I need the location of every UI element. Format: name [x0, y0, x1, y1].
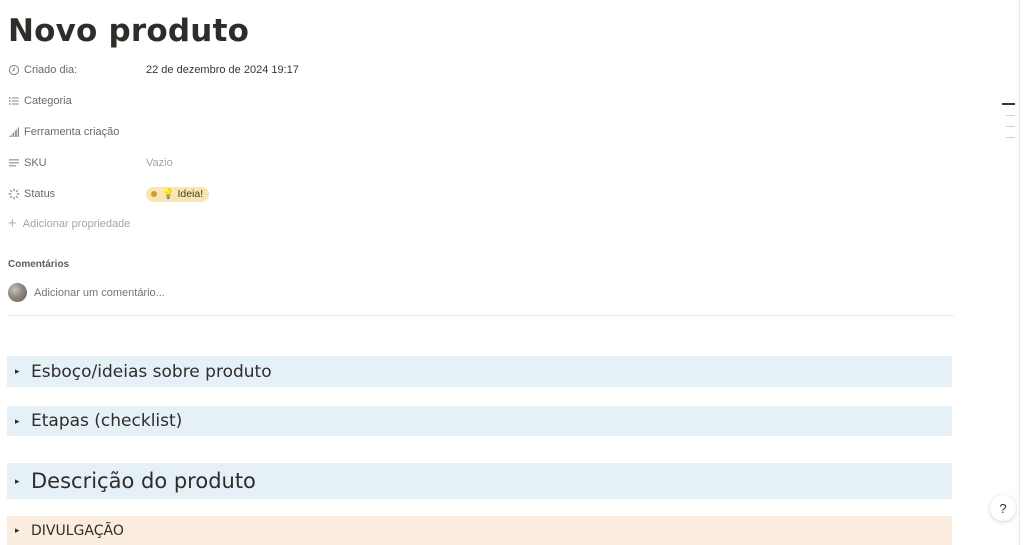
property-tool[interactable]: Ferramenta criação [8, 122, 528, 142]
status-dot [151, 191, 157, 197]
property-name: Ferramenta criação [8, 126, 146, 138]
toc-line[interactable] [1006, 115, 1015, 116]
property-category[interactable]: Categoria [8, 91, 528, 111]
divider [8, 315, 954, 316]
comment-composer [8, 283, 334, 302]
status-spinner-icon [8, 188, 20, 200]
add-property-button[interactable]: + Adicionar propriedade [8, 216, 130, 231]
property-created[interactable]: Criado dia: 22 de dezembro de 2024 19:17 [8, 60, 528, 80]
page-title[interactable]: Novo produto [8, 13, 249, 49]
status-badge-label: Ideia! [177, 188, 204, 200]
help-icon: ? [999, 500, 1007, 516]
property-name-text: Criado dia: [24, 64, 78, 76]
toc-line[interactable] [1002, 103, 1015, 105]
signal-bars-icon [9, 127, 19, 137]
toggle-heading-esboco[interactable]: ▸ Esboço/ideias sobre produto [7, 356, 952, 387]
property-value-created[interactable]: 22 de dezembro de 2024 19:17 [146, 64, 299, 76]
notion-page: Novo produto Criado dia: 22 de dezembro … [0, 0, 1024, 545]
add-property-label: Adicionar propriedade [22, 217, 131, 230]
toggle-heading-label: Etapas (checklist) [31, 411, 183, 431]
help-button[interactable]: ? [990, 495, 1016, 521]
avatar [8, 283, 27, 302]
property-name-text: Status [24, 188, 56, 200]
toc-line[interactable] [1006, 126, 1015, 127]
property-name-text: SKU [24, 157, 47, 169]
toggle-triangle-icon[interactable]: ▸ [15, 366, 31, 377]
comment-input[interactable] [34, 286, 334, 299]
toggle-triangle-icon[interactable]: ▸ [15, 416, 31, 427]
toggle-heading-etapas[interactable]: ▸ Etapas (checklist) [7, 406, 952, 436]
table-of-contents-minimap[interactable] [1002, 103, 1016, 148]
right-border [1019, 0, 1020, 545]
lightbulb-icon: 💡 [162, 188, 175, 200]
property-name: Categoria [8, 95, 146, 107]
property-name-text: Categoria [24, 95, 72, 107]
property-name: Criado dia: [8, 64, 146, 76]
clock-icon [8, 64, 20, 76]
toggle-heading-divulgacao[interactable]: ▸ DIVULGAÇÃO [7, 516, 952, 545]
list-icon [9, 97, 19, 105]
toggle-heading-descricao[interactable]: ▸ Descrição do produto [7, 463, 952, 499]
toggle-heading-label: DIVULGAÇÃO [31, 522, 124, 539]
comments-heading: Comentários [8, 259, 70, 270]
property-value-sku[interactable]: Vazio [146, 157, 173, 169]
toggle-heading-label: Descrição do produto [31, 469, 256, 493]
text-lines-icon [9, 159, 19, 167]
property-name: SKU [8, 157, 146, 169]
plus-icon: + [8, 215, 17, 232]
toggle-triangle-icon[interactable]: ▸ [15, 476, 31, 487]
property-sku[interactable]: SKU Vazio [8, 153, 528, 173]
property-name-text: Ferramenta criação [24, 126, 120, 138]
status-badge[interactable]: 💡 Ideia! [146, 186, 210, 202]
toggle-triangle-icon[interactable]: ▸ [15, 525, 31, 536]
toc-line[interactable] [1006, 137, 1015, 138]
property-name: Status [8, 188, 146, 200]
property-status[interactable]: Status 💡 Ideia! [8, 184, 528, 204]
toggle-heading-label: Esboço/ideias sobre produto [31, 361, 272, 382]
